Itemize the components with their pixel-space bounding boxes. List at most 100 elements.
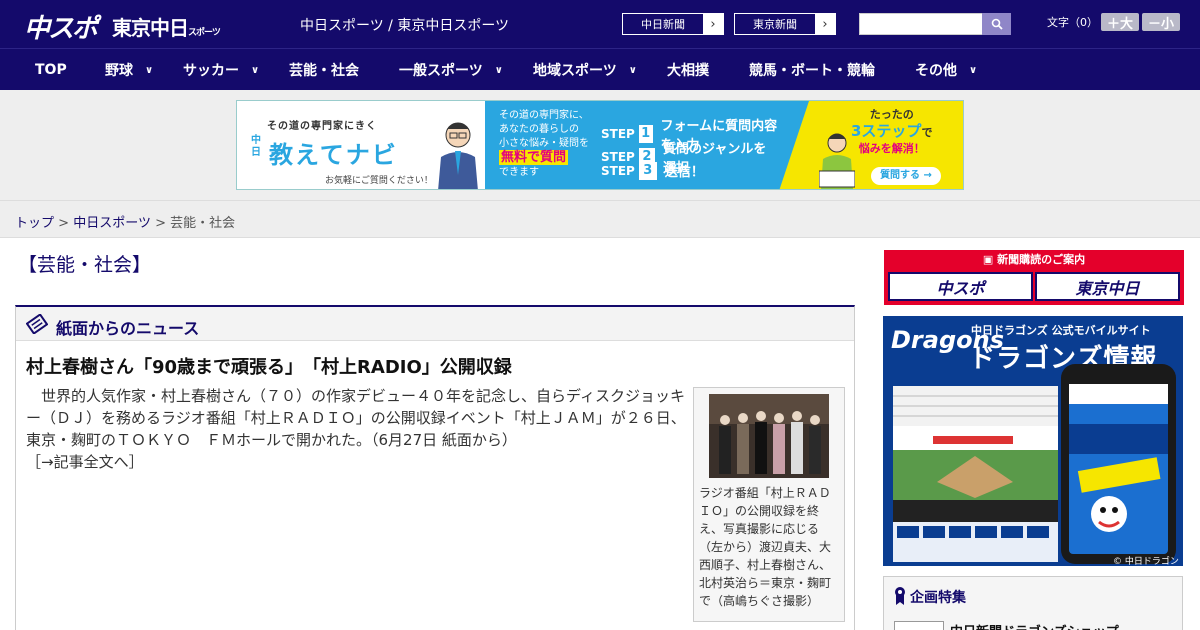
tokyo-chunichi-logo-suffix: スポーツ — [188, 28, 221, 38]
special-feature-box: 企画特集 中日新聞ドラゴンズショップ — [883, 576, 1183, 630]
ad-middle-panel: その道の専門家に、 あなたの暮らしの 小さな悩み・疑問を 無料で質問 できます … — [485, 101, 779, 189]
font-increase-button[interactable]: ＋大 — [1101, 13, 1139, 32]
ribbon-icon — [895, 587, 905, 605]
nav-item-baseball[interactable]: 野球 ∨ — [105, 49, 153, 91]
nav-item-label: 競馬・ボート・競輪 — [749, 63, 875, 79]
laptop-person-illustration — [819, 133, 855, 189]
news-box-title: 紙面からのニュース — [56, 319, 200, 338]
breadcrumb-current: 芸能・社会 — [170, 216, 236, 231]
chevron-right-icon: › — [703, 14, 723, 34]
tokyo-chunichi-logo[interactable]: 東京中日スポーツ — [112, 12, 221, 41]
nav-item-sumo[interactable]: 大相撲 — [667, 49, 709, 91]
ad-free-highlight: 無料で質問 — [499, 150, 569, 165]
breadcrumb-band: トップ > 中日スポーツ > 芸能・社会 — [0, 200, 1200, 238]
search-icon — [991, 18, 1003, 30]
nav-item-label: サッカー — [183, 63, 239, 79]
breadcrumb-top-link[interactable]: トップ — [15, 216, 54, 231]
news-box-header: 紙面からのニュース — [16, 307, 854, 341]
ad-step-3: STEP 3 送信！ — [601, 161, 704, 180]
section-title: 【芸能・社会】 — [18, 254, 152, 276]
article-photo[interactable] — [709, 394, 829, 478]
oshiete-navi-banner[interactable]: その道の専門家にきく 中日 教えてナビ お気軽にご質問ください！ その道の専門家… — [236, 100, 964, 190]
ad-mid-line: あなたの暮らしの — [499, 124, 579, 135]
chevron-down-icon: ∨ — [969, 64, 978, 76]
chevron-right-icon: › — [815, 14, 835, 34]
ad-right-copy: たったの 3ステップで 悩みを解消！ — [851, 107, 932, 157]
search-button[interactable] — [982, 13, 1011, 35]
dragons-players-illustration — [1069, 384, 1168, 532]
photo-caption: ラジオ番組「村上ＲＡＤＩＯ」の公開収録を終え、写真撮影に応じる（左から）渡辺貞夫… — [699, 486, 832, 608]
dragons-mobile-ad[interactable]: Dragons 中日ドラゴンズ 公式モバイルサイト ドラゴンズ情報 © 中日ドラ… — [883, 316, 1183, 566]
article-summary: 世界的人気作家・村上春樹さん（７０）の作家デビュー４０年を記念し、自らディスクジ… — [26, 387, 686, 449]
article-body: 世界的人気作家・村上春樹さん（７０）の作家デビュー４０年を記念し、自らディスクジ… — [26, 385, 686, 473]
step-text: 送信！ — [664, 165, 704, 180]
chevron-down-icon: ∨ — [251, 64, 260, 76]
special-feature-title: 企画特集 — [910, 590, 966, 606]
nav-item-racing[interactable]: 競馬・ボート・競輪 — [749, 49, 875, 91]
breadcrumb-chunichi-link[interactable]: 中日スポーツ — [73, 216, 151, 231]
nav-item-soccer[interactable]: サッカー ∨ — [183, 49, 259, 91]
ad-left-panel: その道の専門家にきく 中日 教えてナビ お気軽にご質問ください！ — [237, 101, 485, 189]
subscribe-chuspo-button[interactable]: 中スポ — [888, 272, 1033, 301]
ad-slant-shape — [779, 101, 809, 189]
tokyo-shimbun-link[interactable]: 東京新聞 › — [734, 13, 836, 35]
nav-item-label: TOP — [35, 62, 67, 78]
nav-item-regional-sports[interactable]: 地域スポーツ ∨ — [533, 49, 637, 91]
nav-item-other[interactable]: その他 ∨ — [915, 49, 977, 91]
ad-mid-line: その道の専門家に、 — [499, 110, 589, 121]
newspaper-icon: ▣ — [982, 253, 998, 266]
ad-mid-line: 小さな悩み・疑問を — [499, 138, 589, 149]
font-size-label: 文字（0） — [1047, 16, 1098, 29]
chevron-down-icon: ∨ — [628, 64, 637, 76]
special-item-thumbnail[interactable] — [894, 621, 944, 630]
font-decrease-button[interactable]: －小 — [1142, 13, 1180, 32]
tokyo-shimbun-label: 東京新聞 — [753, 18, 797, 31]
ad-right-panel: たったの 3ステップで 悩みを解消！ 質問する → — [779, 101, 963, 189]
chunichi-shimbun-label: 中日新聞 — [641, 18, 685, 31]
nav-item-general-sports[interactable]: 一般スポーツ ∨ — [399, 49, 503, 91]
special-item-link[interactable]: 中日新聞ドラゴンズショップ — [950, 621, 1119, 630]
nav-item-label: 野球 — [105, 63, 133, 79]
read-more-link[interactable]: ［→記事全文へ］ — [26, 453, 144, 471]
subscribe-tokyo-chunichi-button[interactable]: 東京中日 — [1035, 272, 1180, 301]
ad-question-button[interactable]: 質問する → — [871, 167, 941, 185]
nav-item-entertainment[interactable]: 芸能・社会 — [289, 49, 359, 91]
ad-small-text: お気軽にご質問ください！ — [325, 176, 433, 186]
ad-three-steps: 3ステップ — [851, 122, 922, 140]
step-number: 3 — [638, 161, 657, 180]
ad-right-line3: 悩みを解消！ — [858, 142, 925, 155]
ad-brand: 教えてナビ — [269, 141, 398, 169]
step-word: STEP — [601, 163, 635, 178]
breadcrumb: トップ > 中日スポーツ > 芸能・社会 — [15, 212, 235, 231]
ad-mid-tail: できます — [499, 167, 539, 178]
dragons-ad-phone — [1061, 364, 1176, 564]
ad-tagline: その道の専門家にきく — [267, 121, 377, 132]
article-title[interactable]: 村上春樹さん「90歳まで頑張る」 「村上RADIO」公開収録 — [26, 353, 512, 379]
dragons-ad-phone-screen — [1069, 384, 1168, 554]
breadcrumb-separator: > — [155, 216, 166, 231]
newspaper-icon — [26, 314, 48, 334]
dragons-ad-score-screen — [893, 372, 1058, 562]
site-title: 中日スポーツ / 東京中日スポーツ — [300, 18, 510, 34]
advisor-illustration — [438, 122, 478, 189]
news-box: 紙面からのニュース 村上春樹さん「90歳まで頑張る」 「村上RADIO」公開収録… — [15, 305, 855, 630]
ad-right-line2: で — [921, 126, 933, 139]
dragons-ad-subtitle: 中日ドラゴンズ 公式モバイルサイト — [971, 324, 1151, 337]
nav-item-top[interactable]: TOP — [35, 49, 67, 91]
breadcrumb-separator: > — [58, 216, 70, 231]
nav-item-label: 芸能・社会 — [289, 63, 359, 79]
subscription-title-text: 新聞購読のご案内 — [997, 253, 1086, 266]
chuspo-logo[interactable]: 中スポ — [24, 8, 98, 45]
chevron-down-icon: ∨ — [494, 64, 503, 76]
subscription-title: ▣ 新聞購読のご案内 — [884, 250, 1184, 270]
subscription-box: ▣ 新聞購読のご案内 中スポ 東京中日 — [884, 250, 1184, 305]
main-nav: TOP 野球 ∨ サッカー ∨ 芸能・社会 一般スポーツ ∨ 地域スポーツ ∨ 大相撲 … — [0, 48, 1200, 90]
article-photo-box: ラジオ番組「村上ＲＡＤＩＯ」の公開収録を終え、写真撮影に応じる（左から）渡辺貞夫… — [693, 387, 845, 622]
tokyo-chunichi-logo-text: 東京中日 — [112, 16, 189, 40]
chunichi-shimbun-link[interactable]: 中日新聞 › — [622, 13, 724, 35]
ad-right-line1: たったの — [869, 108, 914, 121]
nav-item-label: 一般スポーツ — [399, 63, 483, 79]
nav-item-label: その他 — [915, 63, 957, 79]
scoreboard-illustration — [893, 372, 1058, 562]
search-input[interactable] — [859, 13, 983, 35]
